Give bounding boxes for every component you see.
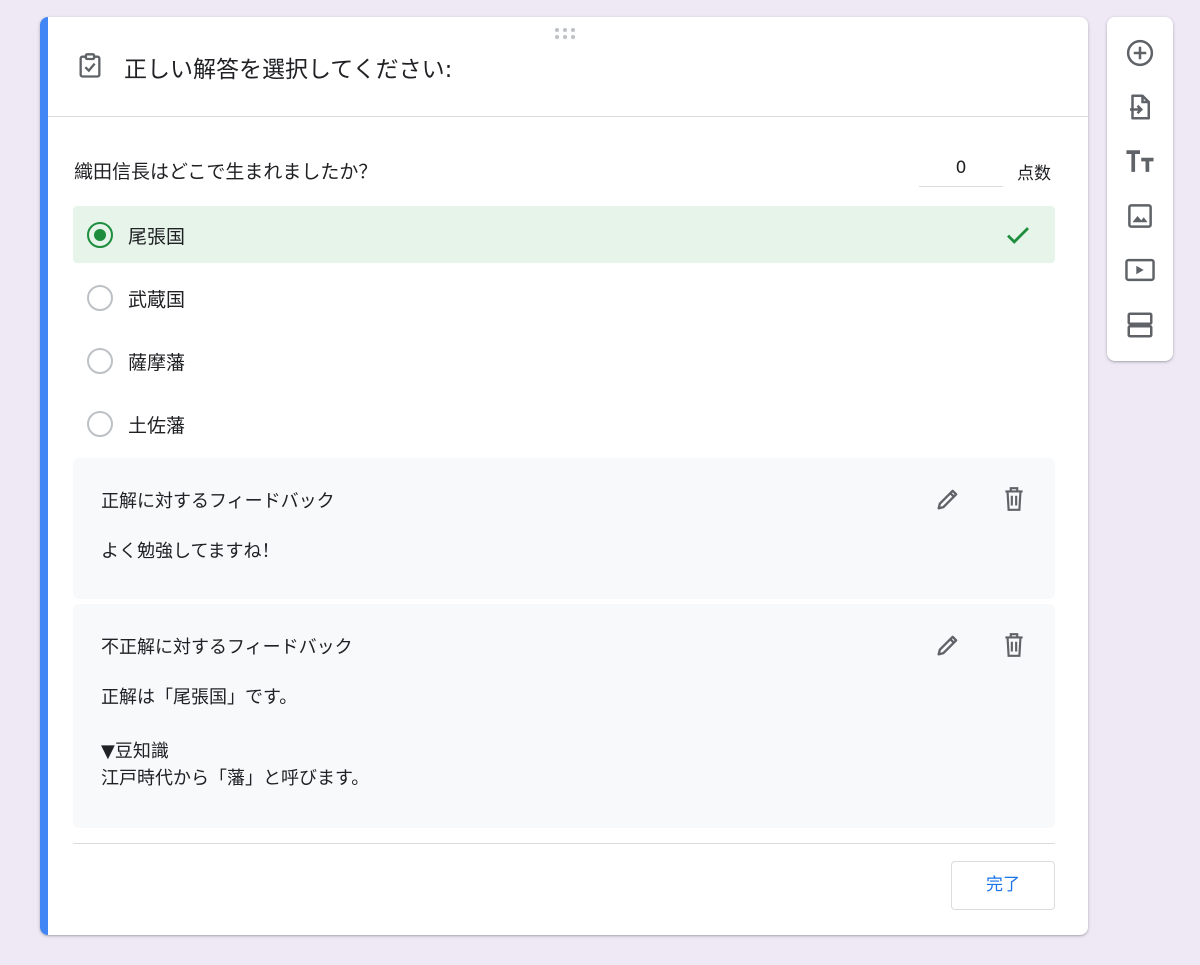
points-input[interactable]: 0 [919, 155, 1003, 187]
correct-feedback-title: 正解に対するフィードバック [101, 491, 335, 512]
checklist-icon [76, 52, 104, 80]
trash-icon [1005, 487, 1023, 511]
card-accent-bar [40, 17, 48, 935]
add-image-icon[interactable] [1124, 200, 1156, 232]
done-button[interactable]: 完了 [951, 861, 1055, 910]
add-question-icon[interactable] [1124, 37, 1156, 69]
question-card: 正しい解答を選択してください: 織田信長はどこで生まれましたか？ 0 点数 尾張… [40, 17, 1088, 935]
pencil-icon [937, 489, 958, 510]
incorrect-feedback-text: 正解は「尾張国」です。 ▼豆知識 江戸時代から「藩」と呼びます。 [101, 687, 370, 789]
correct-feedback-text: よく勉強してますね！ [101, 541, 280, 562]
answer-options: 尾張国 武蔵国 薩摩藩 土佐藩 [73, 206, 1055, 458]
edit-correct-feedback-button[interactable] [931, 482, 965, 516]
option-tosa[interactable]: 土佐藩 [73, 395, 1055, 452]
answer-key-header: 正しい解答を選択してください: [48, 17, 1088, 117]
delete-incorrect-feedback-button[interactable] [997, 628, 1031, 662]
pencil-icon [937, 635, 958, 656]
option-label: 土佐藩 [128, 415, 186, 437]
option-musashi[interactable]: 武蔵国 [73, 269, 1055, 326]
delete-correct-feedback-button[interactable] [997, 482, 1031, 516]
add-title-icon[interactable] [1124, 146, 1156, 178]
footer-divider [73, 843, 1055, 844]
question-text: 織田信長はどこで生まれましたか？ [74, 161, 378, 183]
trash-icon [1005, 633, 1023, 657]
option-label: 尾張国 [128, 226, 186, 248]
check-icon [1003, 220, 1033, 250]
incorrect-feedback-title: 不正解に対するフィードバック [101, 637, 353, 658]
correct-feedback-panel: 正解に対するフィードバック よく勉強してますね！ [73, 458, 1055, 599]
floating-toolbar [1107, 17, 1173, 361]
option-satsuma[interactable]: 薩摩藩 [73, 332, 1055, 389]
add-video-icon[interactable] [1124, 254, 1156, 286]
radio-button[interactable] [87, 411, 113, 437]
radio-button-selected[interactable] [87, 222, 113, 248]
option-label: 武蔵国 [128, 289, 186, 311]
points-label: 点数 [1017, 164, 1051, 184]
answer-key-title: 正しい解答を選択してください: [124, 57, 453, 83]
option-owari[interactable]: 尾張国 [73, 206, 1055, 263]
edit-incorrect-feedback-button[interactable] [931, 628, 965, 662]
option-label: 薩摩藩 [128, 352, 186, 374]
add-section-icon[interactable] [1124, 309, 1156, 341]
incorrect-feedback-panel: 不正解に対するフィードバック 正解は「尾張国」です。 ▼豆知識 江戸時代から「藩… [73, 604, 1055, 828]
radio-button[interactable] [87, 285, 113, 311]
radio-button[interactable] [87, 348, 113, 374]
import-questions-icon[interactable] [1124, 91, 1156, 123]
